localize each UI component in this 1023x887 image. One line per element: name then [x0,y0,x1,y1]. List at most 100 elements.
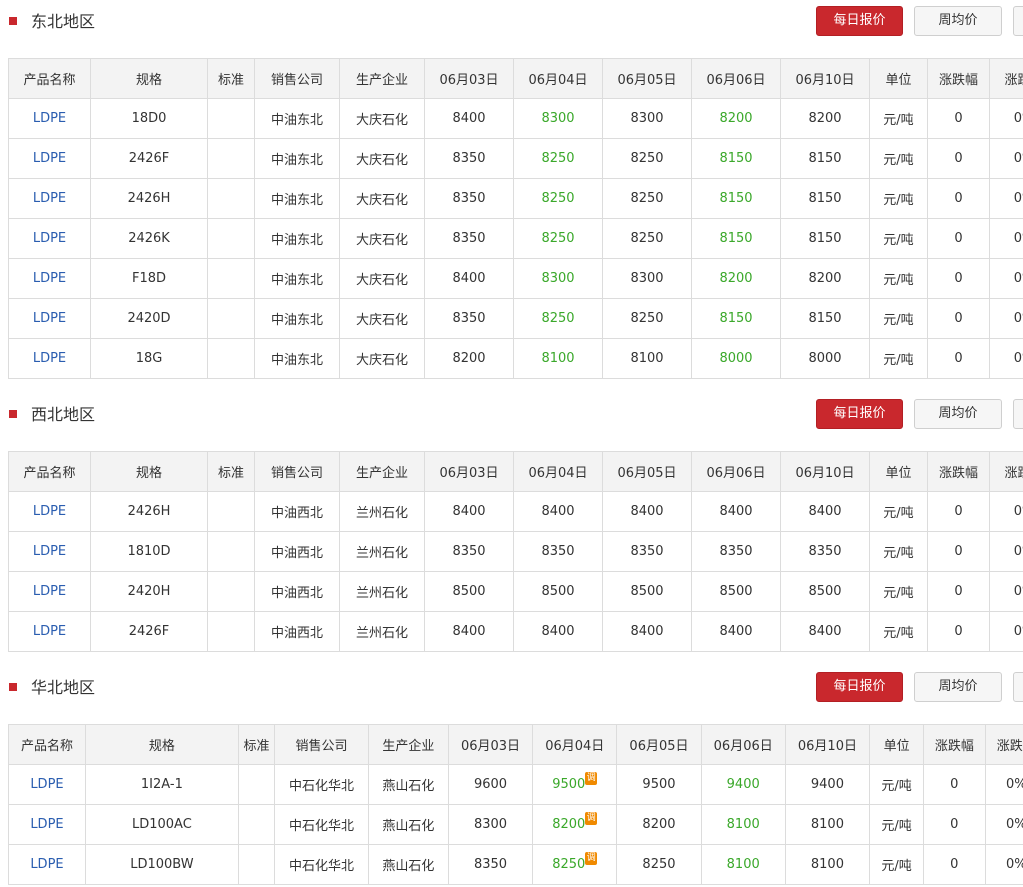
product-link[interactable]: LDPE [8,338,91,379]
cell-value: 0 [954,544,963,559]
cell-value: 0 [954,271,963,286]
table-row: LDPE 1810D 中油西北 兰州石化 8350 8350 8350 8350 8350 元/吨… [8,531,1023,572]
column-header: 06月05日 [616,724,702,765]
weekly-average-button[interactable]: 周均价 [914,6,1002,36]
product-link[interactable]: LDPE [8,844,86,885]
cell-value: 0 [954,504,963,519]
cell-value: 8250 [630,151,664,166]
table-cell: 元/吨 [869,258,928,299]
cell-value: 0% [1013,191,1023,206]
product-link[interactable]: LDPE [8,491,91,532]
table-header-row: 产品名称 规格 标准 销售公司 生产企业 06月03日 06月04日 06月05日 06月06日… [8,58,1023,99]
cell-value: 8400 [452,271,486,286]
table-cell: 0% [989,178,1023,219]
table-row: LDPE F18D 中油东北 大庆石化 8400 8300 8300 8200 8200 元/吨 0… [8,258,1023,299]
column-header: 生产企业 [339,451,425,492]
cell-value: 8100 [810,857,844,872]
table-cell: 大庆石化 [339,138,425,179]
cell-value: 8400 [719,624,753,639]
table-cell: 8400 [691,491,781,532]
column-header: 06月05日 [602,58,692,99]
cell-value: 0% [1013,311,1023,326]
table-cell: 8100 [784,804,871,845]
cell-value: 中油东北 [270,153,323,168]
table-cell [237,844,276,885]
weekly-average-button[interactable]: 周均价 [914,399,1002,429]
daily-quote-button[interactable]: 每日报价 [816,672,903,702]
more-button[interactable] [1013,399,1023,429]
table-cell: 8300 [447,804,534,845]
cell-value: 大庆石化 [355,153,408,168]
table-cell: 8300 [602,258,692,299]
table-cell: 燕山石化 [367,844,449,885]
product-link[interactable]: LDPE [8,764,86,805]
column-header: 06月04日 [532,724,618,765]
price-table: 产品名称 规格 标准 销售公司 生产企业 06月03日 06月04日 06月05日 06月06日… [8,451,1023,652]
cell-value: 2426K [128,231,170,246]
price-adjust-badge[interactable]: 调 [585,852,598,865]
product-link[interactable]: LDPE [8,531,91,572]
cell-value: 元/吨 [883,113,914,128]
table-cell: 中石化华北 [274,804,369,845]
table-cell [207,138,255,179]
table-cell: 兰州石化 [339,491,425,532]
table-row: LDPE 2426K 中油东北 大庆石化 8350 8250 8250 8150 8150 元/吨… [8,218,1023,259]
cell-value: 18G [135,351,163,366]
cell-value: 8250 [541,151,575,166]
table-cell: 2426F [90,611,208,652]
cell-value: 元/吨 [881,779,912,794]
product-link[interactable]: LDPE [8,611,91,652]
price-adjust-badge[interactable]: 调 [585,772,598,785]
table-cell: 0% [984,764,1023,805]
product-link[interactable]: LDPE [8,138,91,179]
product-link[interactable]: LDPE [8,804,86,845]
table-cell: 2426H [90,178,208,219]
table-cell: 8250调 [532,844,618,885]
column-header: 规格 [90,58,208,99]
cell-value: 8000 [808,351,842,366]
product-link[interactable]: LDPE [8,298,91,339]
cell-value: 8150 [719,311,753,326]
product-link[interactable]: LDPE [8,178,91,219]
table-row: LDPE 18G 中油东北 大庆石化 8200 8100 8100 8000 8000 元/吨 0 0… [8,338,1023,379]
table-cell: 0% [989,338,1023,379]
cell-value: 2420D [127,311,171,326]
section-marker [9,410,17,418]
weekly-average-button[interactable]: 周均价 [914,672,1002,702]
more-button[interactable] [1013,672,1023,702]
table-cell: 8350 [602,531,692,572]
table-cell: 8400 [780,491,870,532]
product-link[interactable]: LDPE [8,218,91,259]
cell-value: 0 [954,231,963,246]
cell-value: 元/吨 [881,859,912,874]
table-cell: LD100AC [84,804,239,845]
table-cell: 中石化华北 [274,764,369,805]
column-header: 生产企业 [339,58,425,99]
table-cell: 18G [90,338,208,379]
cell-value: 0 [954,584,963,599]
table-cell: 8350 [424,138,514,179]
table-cell: 8100 [700,804,786,845]
table-cell: 0 [927,491,990,532]
table-cell: 8250 [602,138,692,179]
product-link[interactable]: LDPE [8,98,91,139]
daily-quote-button[interactable]: 每日报价 [816,399,903,429]
table-cell [207,338,255,379]
daily-quote-button[interactable]: 每日报价 [816,6,903,36]
cell-value: 燕山石化 [382,819,435,834]
table-cell: 0 [927,138,990,179]
table-cell: 9400 [700,764,786,805]
more-button[interactable] [1013,6,1023,36]
column-header: 06月03日 [424,451,514,492]
table-cell: 9500 [616,764,702,805]
price-adjust-badge[interactable]: 调 [585,812,598,825]
product-link[interactable]: LDPE [8,258,91,299]
cell-value: 8300 [541,111,575,126]
cell-value: 0 [954,191,963,206]
product-link[interactable]: LDPE [8,571,91,612]
table-row: LDPE LD100BW 中石化华北 燕山石化 8350 8250调 8250 8100 810… [8,844,1023,885]
cell-value: 8150 [719,191,753,206]
table-cell: 0 [927,298,990,339]
column-header: 规格 [90,451,208,492]
table-cell: 8200 [616,804,702,845]
